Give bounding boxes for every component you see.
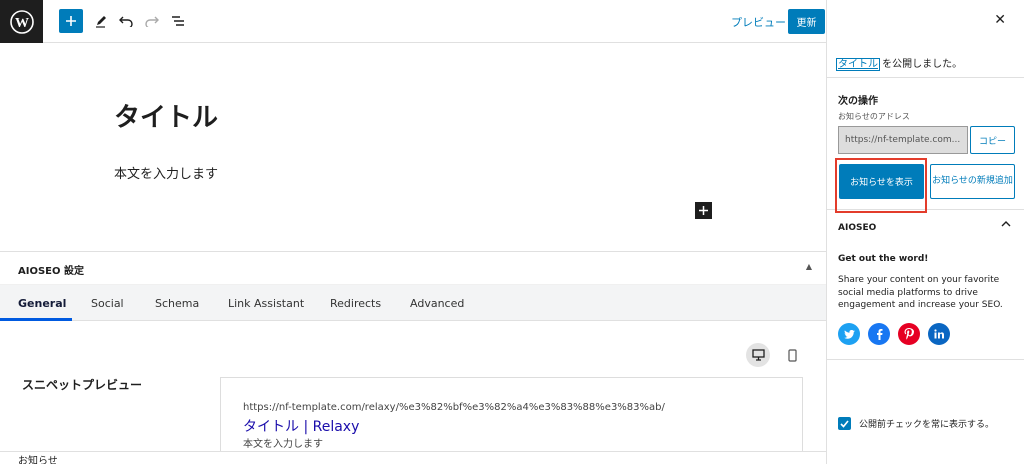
aioseo-panel-header[interactable]: AIOSEO 設定 ▲ — [0, 252, 826, 285]
pinterest-icon[interactable] — [898, 323, 920, 345]
post-publish-sidebar: ✕ タイトル を公開しました。 次の操作 お知らせのアドレス https://n… — [826, 0, 1024, 464]
snippet-preview-box: https://nf-template.com/relaxy/%e3%82%bf… — [220, 377, 803, 452]
snippet-description: 本文を入力します — [243, 439, 323, 450]
editor-canvas: タイトル 本文を入力します — [0, 44, 826, 251]
tab-general[interactable]: General — [18, 285, 66, 321]
mobile-preview-icon[interactable] — [782, 345, 802, 365]
close-icon[interactable]: ✕ — [994, 12, 1006, 28]
next-steps-section: 次の操作 お知らせのアドレス https://nf-template.com..… — [827, 77, 1024, 213]
linkedin-icon[interactable] — [928, 323, 950, 345]
chevron-up-icon[interactable] — [1001, 220, 1011, 231]
aioseo-panel-title: AIOSEO 設定 — [18, 266, 84, 277]
copy-button[interactable]: コピー — [970, 126, 1015, 154]
breadcrumb: お知らせ — [0, 451, 826, 464]
aioseo-settings-panel: AIOSEO 設定 ▲ General Social Schema Link A… — [0, 251, 826, 452]
tab-advanced[interactable]: Advanced — [410, 285, 464, 321]
active-tab-indicator — [0, 318, 72, 321]
snippet-url: https://nf-template.com/relaxy/%e3%82%bf… — [243, 402, 665, 413]
snippet-title: タイトル | Relaxy — [243, 419, 360, 435]
facebook-icon[interactable] — [868, 323, 890, 345]
published-post-link[interactable]: タイトル — [836, 58, 880, 71]
list-view-icon[interactable] — [166, 9, 190, 33]
preview-button[interactable]: プレビュー — [731, 14, 786, 30]
pre-publish-checkbox[interactable] — [838, 417, 851, 430]
twitter-icon[interactable] — [838, 323, 860, 345]
post-body-paragraph[interactable]: 本文を入力します — [114, 163, 218, 182]
tools-pencil-icon[interactable] — [89, 9, 113, 33]
redo-icon[interactable] — [140, 9, 164, 33]
post-title[interactable]: タイトル — [114, 97, 218, 134]
snippet-preview-label: スニペットプレビュー — [22, 378, 143, 392]
pre-publish-check-row[interactable]: 公開前チェックを常に表示する。 — [838, 417, 994, 430]
inline-add-block-button[interactable] — [695, 202, 712, 219]
wordpress-logo-icon[interactable]: W — [0, 0, 43, 43]
share-heading: Get out the word! — [838, 254, 929, 264]
tab-social[interactable]: Social — [91, 285, 124, 321]
aioseo-tabs: General Social Schema Link Assistant Red… — [0, 285, 826, 321]
undo-icon[interactable] — [114, 9, 138, 33]
breadcrumb-item[interactable]: お知らせ — [18, 452, 58, 464]
editor-toolbar: W プレビュー 更新 — [0, 0, 826, 43]
aioseo-share-panel: AIOSEO Get out the word! Share your cont… — [827, 210, 1024, 360]
add-new-label-line2: 追加 — [994, 175, 1013, 186]
post-address-label: お知らせのアドレス — [838, 112, 910, 121]
svg-text:W: W — [15, 16, 29, 31]
update-button[interactable]: 更新 — [788, 9, 825, 34]
published-notice-text: を公開しました。 — [879, 59, 963, 70]
pre-publish-check-label: 公開前チェックを常に表示する。 — [859, 420, 995, 430]
collapse-caret-icon[interactable]: ▲ — [806, 262, 812, 271]
view-post-button[interactable]: お知らせを表示 — [839, 164, 924, 199]
add-new-label-line1: お知らせの新規 — [932, 175, 995, 186]
desktop-preview-icon[interactable] — [746, 343, 770, 367]
aioseo-share-title[interactable]: AIOSEO — [838, 223, 876, 233]
add-new-post-button[interactable]: お知らせの新規 追加 — [930, 164, 1015, 199]
post-address-field[interactable]: https://nf-template.com... — [838, 126, 968, 154]
tab-link-assistant[interactable]: Link Assistant — [228, 285, 304, 321]
add-block-button[interactable] — [59, 9, 83, 33]
tab-redirects[interactable]: Redirects — [330, 285, 381, 321]
tab-schema[interactable]: Schema — [155, 285, 199, 321]
next-steps-title: 次の操作 — [838, 96, 878, 107]
published-notice: タイトル を公開しました。 — [836, 55, 963, 71]
share-description: Share your content on your favorite soci… — [838, 275, 1003, 311]
